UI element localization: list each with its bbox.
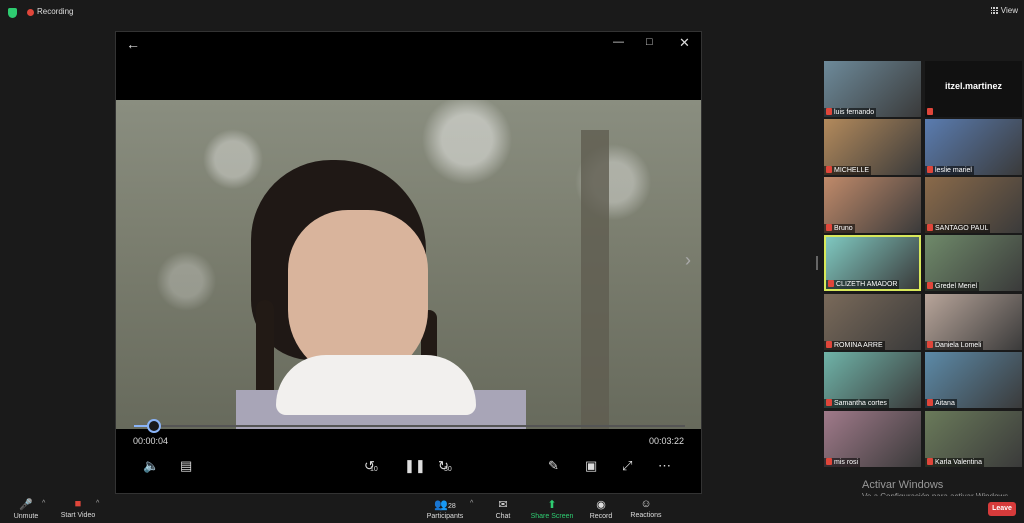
- participant-tile[interactable]: MICHELLE: [824, 119, 921, 175]
- share-screen-button[interactable]: ⬆ Share Screen: [530, 496, 574, 520]
- mic-muted-icon: [927, 224, 933, 231]
- fullscreen-icon[interactable]: ⤢: [622, 458, 632, 474]
- participant-tile[interactable]: luis fernando: [824, 61, 921, 117]
- chat-icon: ✉: [498, 499, 508, 511]
- reaction-emoji-icon: ☺: [640, 498, 652, 510]
- chevron-up-icon[interactable]: ^: [96, 500, 99, 507]
- mic-muted-icon: [927, 399, 933, 406]
- chevron-up-icon[interactable]: ^: [42, 500, 45, 507]
- participant-name: Karla Valentina: [925, 458, 984, 467]
- mic-muted-icon: [927, 458, 933, 465]
- participant-tile[interactable]: Karla Valentina: [925, 411, 1022, 467]
- participants-icon: 👥28: [434, 499, 456, 511]
- mic-muted-icon: [826, 108, 832, 115]
- mic-muted-icon: [927, 166, 933, 173]
- video-off-icon: ■: [74, 498, 82, 510]
- seek-handle[interactable]: [146, 419, 161, 433]
- activation-watermark-title: Activar Windows: [862, 479, 944, 491]
- back-arrow-icon[interactable]: ←: [126, 36, 140, 52]
- participant-tile[interactable]: Daniela Lomeli: [925, 294, 1022, 350]
- chevron-right-icon[interactable]: ›: [685, 250, 691, 271]
- participant-tile[interactable]: leslie mariel: [925, 119, 1022, 175]
- minimize-icon[interactable]: —: [613, 36, 624, 48]
- participant-name: Samantha cortes: [824, 399, 889, 408]
- gallery-resize-handle[interactable]: [816, 256, 818, 270]
- participant-tile[interactable]: Gredel Meriel: [925, 235, 1022, 291]
- participant-tile[interactable]: mis rosi: [824, 411, 921, 467]
- edit-pen-icon[interactable]: ✎: [548, 458, 559, 474]
- current-time: 00:00:04: [133, 436, 169, 446]
- mic-muted-icon: [826, 166, 832, 173]
- unmute-button[interactable]: 🎤 Unmute: [10, 496, 42, 520]
- mic-muted-icon: [826, 399, 832, 406]
- participants-button[interactable]: 👥28 Participants: [423, 496, 467, 520]
- participant-name: SANTAGO PAUL: [925, 224, 991, 233]
- participant-name: ROMINA ARRE: [824, 341, 885, 350]
- participant-name: CLIZETH AMADOR: [826, 280, 900, 289]
- mic-muted-icon: [826, 341, 832, 348]
- meeting-toolbar: 🎤 Unmute ^ ■ Start Video ^ 👥28 Participa…: [0, 496, 1024, 523]
- record-icon: ◉: [596, 499, 606, 511]
- shield-icon[interactable]: [8, 8, 17, 18]
- mic-muted-icon: 🎤: [19, 499, 33, 511]
- reactions-button[interactable]: ☺ Reactions: [629, 496, 663, 519]
- maximize-icon[interactable]: □: [646, 36, 653, 48]
- participant-name-large: itzel.martinez: [944, 81, 1002, 91]
- participant-tile[interactable]: ROMINA ARRE: [824, 294, 921, 350]
- mini-view-icon[interactable]: ▣: [585, 458, 597, 474]
- participant-tile[interactable]: itzel.martinez: [925, 61, 1022, 117]
- leave-button[interactable]: Leave: [988, 502, 1016, 516]
- recording-icon: [27, 9, 34, 16]
- participant-tile[interactable]: Aitana: [925, 352, 1022, 408]
- top-bar: Recording View: [0, 0, 1024, 26]
- participant-name: Daniela Lomeli: [925, 341, 984, 350]
- share-screen-icon: ⬆: [547, 499, 557, 511]
- seek-bar[interactable]: [134, 419, 685, 433]
- participant-tile[interactable]: CLIZETH AMADOR: [824, 235, 921, 291]
- subtitles-icon[interactable]: ▤: [180, 458, 192, 474]
- mic-muted-icon: [828, 280, 834, 287]
- start-video-button[interactable]: ■ Start Video: [58, 496, 98, 519]
- more-options-icon[interactable]: ⋯: [658, 458, 671, 474]
- mic-muted-icon: [826, 224, 832, 231]
- recording-label: Recording: [37, 7, 74, 16]
- view-label: View: [1000, 6, 1018, 15]
- participant-name: Gredel Meriel: [925, 282, 980, 291]
- video-frame[interactable]: ›: [116, 100, 701, 429]
- mic-muted-icon: [927, 341, 933, 348]
- chevron-up-icon[interactable]: ^: [470, 500, 473, 507]
- video-player-window: ← — □ ✕ › 00:00:04 00:03:22 🔈 ▤ ↺ 10 ❚❚ ↻…: [115, 31, 702, 494]
- total-time: 00:03:22: [648, 436, 684, 446]
- grid-icon: [990, 7, 998, 14]
- view-button[interactable]: View: [990, 6, 1018, 15]
- participant-tile[interactable]: SANTAGO PAUL: [925, 177, 1022, 233]
- volume-icon[interactable]: 🔈: [143, 458, 159, 474]
- participant-tile[interactable]: Bruno: [824, 177, 921, 233]
- chat-button[interactable]: ✉ Chat: [489, 496, 517, 520]
- record-button[interactable]: ◉ Record: [587, 496, 615, 520]
- skip-back-icon[interactable]: ↺ 10: [364, 458, 378, 474]
- pause-icon[interactable]: ❚❚: [404, 458, 426, 474]
- skip-forward-icon[interactable]: ↻ 30: [438, 458, 452, 474]
- mic-muted-icon: [927, 282, 933, 289]
- mic-muted-icon: [826, 458, 832, 465]
- mic-muted-icon: [927, 108, 933, 115]
- close-icon[interactable]: ✕: [679, 35, 690, 51]
- participant-tile[interactable]: Samantha cortes: [824, 352, 921, 408]
